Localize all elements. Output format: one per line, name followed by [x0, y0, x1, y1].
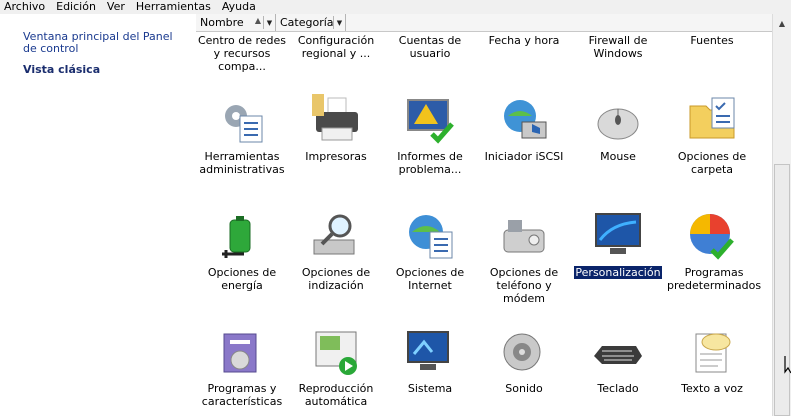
menu-ayuda[interactable]: Ayuda: [217, 0, 262, 14]
control-panel-item-label: Opciones de energía: [207, 266, 277, 292]
control-panel-item[interactable]: Opciones de Internet: [384, 210, 476, 292]
control-panel-item-label: Sistema: [407, 382, 453, 395]
internet-options-icon: [404, 210, 456, 262]
control-panel-item[interactable]: Informes de problema...: [384, 94, 476, 176]
menu-archivo[interactable]: Archivo: [0, 0, 51, 14]
control-panel-item[interactable]: Centro de redes y recursos compa...: [196, 34, 288, 73]
admin-tools-icon: [216, 94, 268, 146]
control-panel-item-label: Iniciador iSCSI: [484, 150, 564, 163]
control-panel-item[interactable]: Reproducción automática: [290, 326, 382, 408]
control-panel-item[interactable]: Impresoras: [290, 94, 382, 163]
column-category-label: Categoría: [280, 16, 334, 29]
text-to-speech-icon: [686, 326, 738, 378]
control-panel-item[interactable]: Opciones de energía: [196, 210, 288, 292]
column-category-dropdown-icon[interactable]: ▼: [333, 16, 345, 29]
control-panel-item[interactable]: Personalización: [572, 210, 664, 279]
sound-icon: [498, 326, 550, 378]
power-options-icon: [216, 210, 268, 262]
control-panel-item-label: Texto a voz: [681, 382, 743, 395]
control-panel-item[interactable]: Programas y características: [196, 326, 288, 408]
system-icon: [404, 326, 456, 378]
column-name[interactable]: Nombre ▲ ▼: [196, 14, 276, 31]
control-panel-item-label: Herramientas administrativas: [199, 150, 285, 176]
task-pane: Ventana principal del Panel de control V…: [0, 14, 196, 416]
control-panel-item-label: Firewall de Windows: [588, 34, 648, 60]
control-panel-item-label: Configuración regional y ...: [297, 34, 375, 60]
control-panel-item-label: Mouse: [600, 150, 636, 163]
column-name-dropdown-icon[interactable]: ▼: [263, 16, 275, 29]
control-panel-item[interactable]: Sistema: [384, 326, 476, 395]
menu-ver[interactable]: Ver: [102, 0, 131, 14]
control-panel-item-label: Opciones de indización: [301, 266, 371, 292]
control-panel-item-label: Opciones de carpeta: [677, 150, 747, 176]
control-panel-item-label: Programas predeterminados: [667, 266, 762, 292]
folder-options-icon: [686, 94, 738, 146]
control-panel-item[interactable]: Firewall de Windows: [572, 34, 664, 60]
default-programs-icon: [686, 210, 738, 262]
menu-edicion[interactable]: Edición: [51, 0, 102, 14]
control-panel-item-label: Informes de problema...: [397, 150, 463, 176]
control-panel-item[interactable]: Mouse: [572, 94, 664, 163]
cursor-icon: [784, 356, 791, 374]
control-panel-item[interactable]: Fuentes: [666, 34, 758, 47]
control-panel-item[interactable]: Cuentas de usuario: [384, 34, 476, 60]
control-panel-item-label: Opciones de Internet: [395, 266, 465, 292]
classic-view-link[interactable]: Vista clásica: [23, 64, 183, 76]
phone-modem-icon: [498, 210, 550, 262]
control-panel-home-link[interactable]: Ventana principal del Panel de control: [23, 31, 183, 55]
iscsi-icon: [498, 94, 550, 146]
control-panel-item-label: Reproducción automática: [298, 382, 374, 408]
control-panel-item[interactable]: Fecha y hora: [478, 34, 570, 47]
control-panel-item-label: Fuentes: [690, 34, 734, 47]
control-panel-item-label: Impresoras: [305, 150, 367, 163]
control-panel-item-label: Programas y características: [201, 382, 283, 408]
control-panel-item[interactable]: Sonido: [478, 326, 570, 395]
column-header: Nombre ▲ ▼ Categoría ▼: [196, 14, 772, 32]
control-panel-item[interactable]: Opciones de teléfono y módem: [478, 210, 570, 305]
control-panel-item-label: Cuentas de usuario: [398, 34, 462, 60]
programs-features-icon: [216, 326, 268, 378]
menu-herramientas[interactable]: Herramientas: [131, 0, 217, 14]
personalization-icon: [592, 210, 644, 262]
control-panel-item[interactable]: Programas predeterminados: [666, 210, 761, 292]
control-panel-item[interactable]: Herramientas administrativas: [196, 94, 288, 176]
control-panel-item-label: Sonido: [505, 382, 543, 395]
control-panel-item[interactable]: Teclado: [572, 326, 664, 395]
control-panel-item-label: Opciones de teléfono y módem: [489, 266, 559, 305]
autoplay-icon: [310, 326, 362, 378]
control-panel-item[interactable]: Configuración regional y ...: [290, 34, 382, 60]
printer-icon: [310, 94, 362, 146]
menu-bar: Archivo Edición Ver Herramientas Ayuda: [0, 0, 791, 14]
mouse-icon: [592, 94, 644, 146]
control-panel-item-label: Centro de redes y recursos compa...: [197, 34, 287, 73]
column-name-label: Nombre: [200, 16, 244, 29]
indexing-icon: [310, 210, 362, 262]
keyboard-icon: [592, 326, 644, 378]
control-panel-item-label: Personalización: [574, 266, 662, 279]
control-panel-item[interactable]: Iniciador iSCSI: [478, 94, 570, 163]
sort-up-icon: ▲: [254, 16, 261, 25]
problem-reports-icon: [404, 94, 456, 146]
control-panel-item-label: Teclado: [597, 382, 639, 395]
scroll-up-icon[interactable]: ▲: [774, 15, 790, 31]
scroll-thumb[interactable]: [774, 164, 790, 416]
column-category[interactable]: Categoría ▼: [276, 14, 346, 31]
control-panel-item[interactable]: Texto a voz: [666, 326, 758, 395]
control-panel-item-label: Fecha y hora: [488, 34, 560, 47]
control-panel-item[interactable]: Opciones de carpeta: [666, 94, 758, 176]
items-view: Centro de redes y recursos compa... Confi…: [196, 32, 772, 416]
control-panel-item[interactable]: Opciones de indización: [290, 210, 382, 292]
